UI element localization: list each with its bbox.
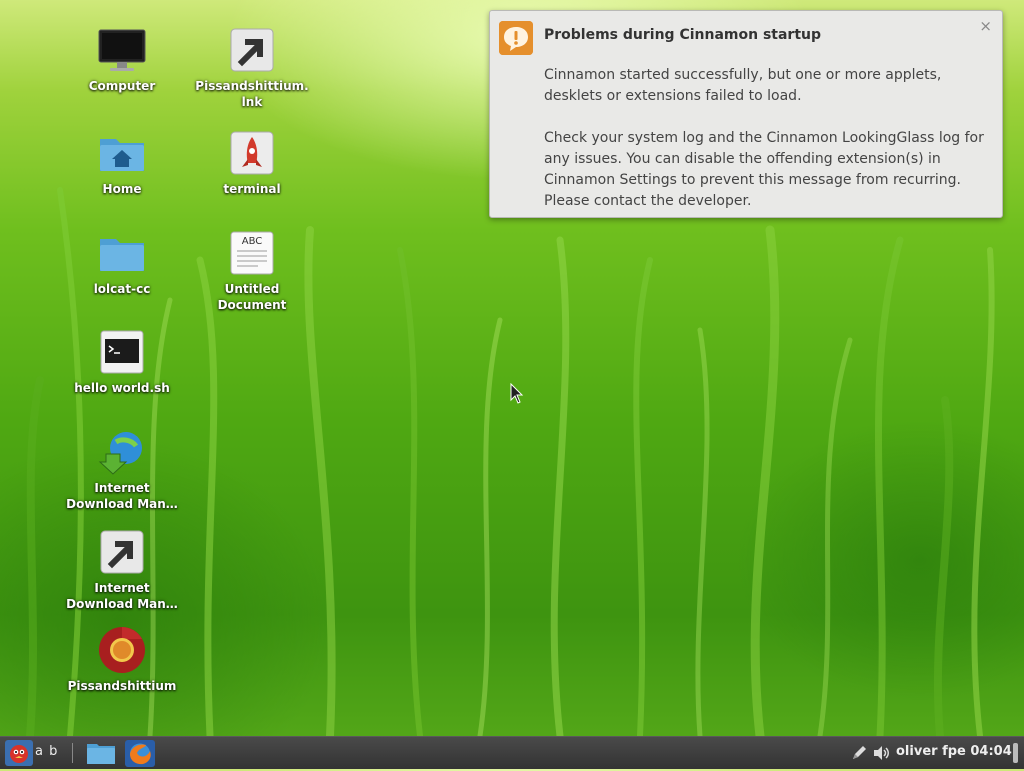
desktop-icon-label: Computer bbox=[88, 79, 156, 93]
shortcut-icon bbox=[98, 528, 146, 576]
svg-text:ABC: ABC bbox=[242, 236, 263, 247]
text-document-icon: ABC bbox=[228, 229, 276, 277]
notification-body: Cinnamon started successfully, but one o… bbox=[544, 65, 994, 233]
shell-script-icon bbox=[98, 328, 146, 376]
rocket-icon bbox=[228, 129, 276, 177]
startup-problem-notification[interactable]: Problems during Cinnamon startup × Cinna… bbox=[489, 10, 1003, 218]
desktop-icon-label: Home bbox=[102, 182, 142, 196]
user-and-clock[interactable]: oliver fpe 04:04 bbox=[896, 744, 1012, 759]
volume-icon[interactable] bbox=[873, 745, 891, 765]
monitor-icon bbox=[98, 26, 146, 74]
notification-title: Problems during Cinnamon startup bbox=[544, 27, 822, 43]
desktop-icon-label: lolcat-cc bbox=[93, 282, 151, 296]
panel-end-grip[interactable] bbox=[1013, 743, 1018, 763]
desktop-icon-internet-download-manager-link[interactable]: Internet Download Man… bbox=[62, 528, 182, 612]
desktop-icon-pissandshittium-lnk[interactable]: Pissandshittium. lnk bbox=[192, 26, 312, 110]
taskbar-panel: a b oliver fpe 04:04 bbox=[0, 736, 1024, 769]
desktop-icon-internet-download-manager[interactable]: Internet Download Man… bbox=[62, 428, 182, 512]
desktop-icon-computer[interactable]: Computer bbox=[62, 26, 182, 94]
folder-icon bbox=[98, 229, 146, 277]
pen-icon[interactable] bbox=[851, 745, 867, 765]
desktop-icon-pissandshittium[interactable]: Pissandshittium bbox=[62, 626, 182, 694]
desktop-icon-label: Internet Download Man… bbox=[66, 481, 178, 511]
desktop-icon-label: Pissandshittium bbox=[67, 679, 177, 693]
desktop-icon-label: terminal bbox=[223, 182, 281, 196]
desktop-icon-hello-world-sh[interactable]: hello world.sh bbox=[62, 328, 182, 396]
desktop-icon-label: Internet Download Man… bbox=[66, 581, 178, 611]
cinnamon-menu-icon[interactable] bbox=[5, 740, 33, 766]
firefox-icon[interactable] bbox=[125, 740, 155, 767]
desktop-icon-home[interactable]: Home bbox=[62, 129, 182, 197]
mouse-pointer-icon bbox=[510, 383, 524, 404]
shortcut-icon bbox=[228, 26, 276, 74]
desktop-icon-untitled-document[interactable]: ABC Untitled Document bbox=[192, 229, 312, 313]
panel-separator bbox=[72, 743, 73, 763]
close-icon[interactable]: × bbox=[979, 17, 992, 35]
warning-speech-icon bbox=[499, 21, 533, 55]
desktop-icon-label: Pissandshittium. lnk bbox=[195, 79, 309, 109]
home-folder-icon bbox=[98, 129, 146, 177]
workspace-switcher[interactable]: a b bbox=[35, 744, 58, 759]
desktop-icon-terminal[interactable]: terminal bbox=[192, 129, 312, 197]
notification-paragraph: Cinnamon started successfully, but one o… bbox=[544, 67, 942, 104]
download-manager-icon bbox=[98, 428, 146, 476]
chromium-icon bbox=[98, 626, 146, 674]
desktop-icon-label: Untitled Document bbox=[217, 282, 287, 312]
desktop-icon-lolcat-cc[interactable]: lolcat-cc bbox=[62, 229, 182, 297]
desktop-icon-label: hello world.sh bbox=[74, 381, 170, 395]
files-icon[interactable] bbox=[86, 741, 116, 765]
notification-paragraph: Check your system log and the Cinnamon L… bbox=[544, 130, 984, 209]
